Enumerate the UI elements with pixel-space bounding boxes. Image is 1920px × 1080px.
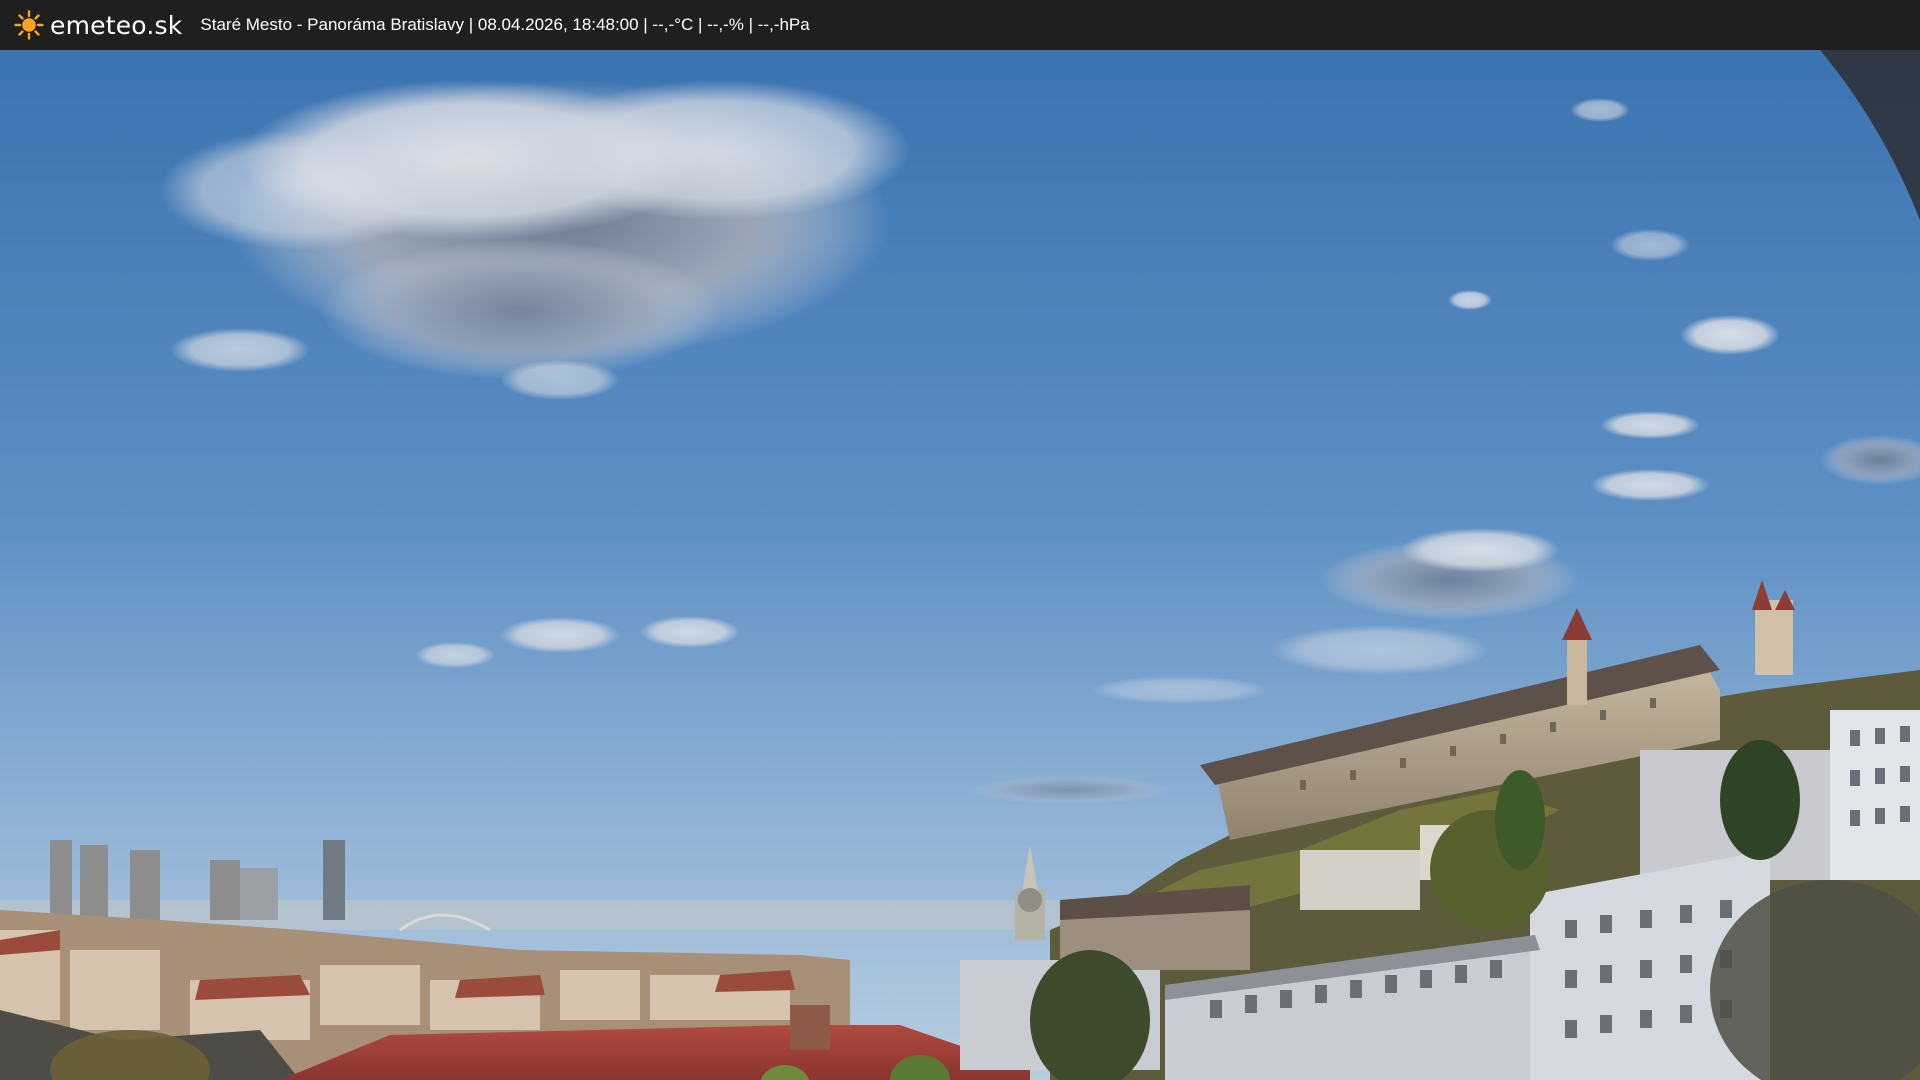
webcam-image [0, 50, 1920, 1080]
site-logo[interactable]: emeteo.sk [14, 10, 182, 40]
webcam-caption: Staré Mesto - Panoráma Bratislavy | 08.0… [200, 15, 810, 34]
logo-text: emeteo.sk [50, 10, 183, 40]
sun-icon [14, 10, 44, 40]
header-bar: emeteo.sk Staré Mesto - Panoráma Bratisl… [0, 0, 1920, 50]
